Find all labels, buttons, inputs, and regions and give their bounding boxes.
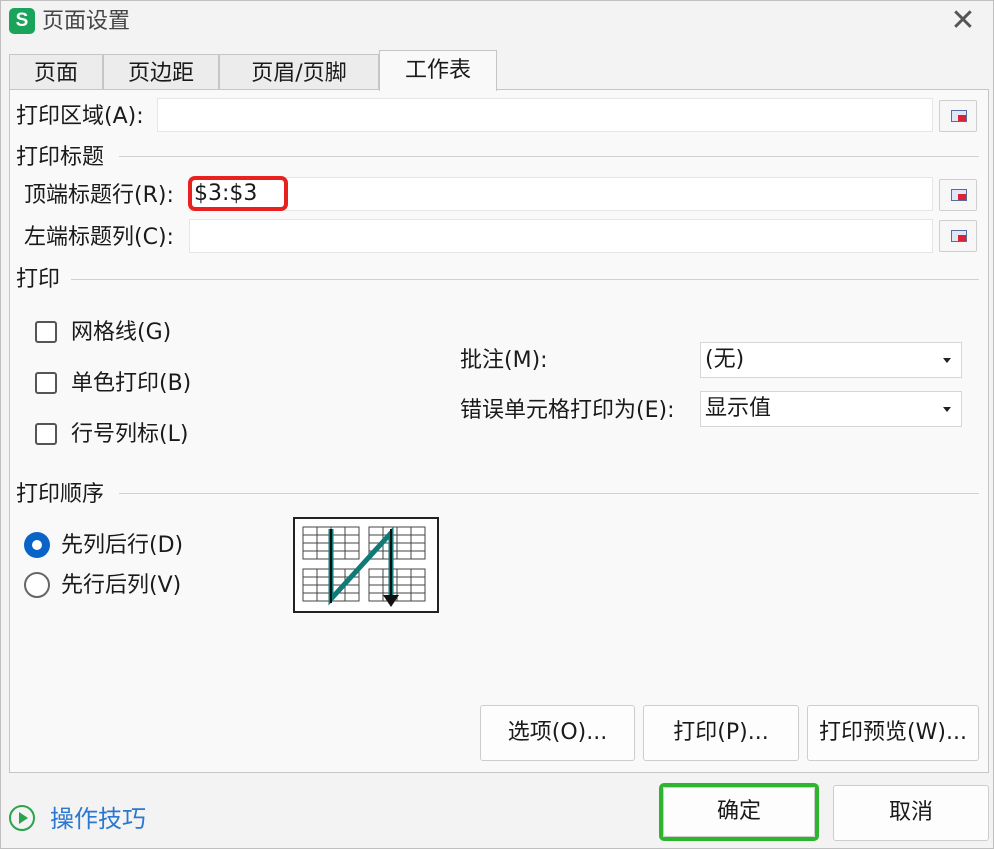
print-button[interactable]: 打印(P)... — [643, 705, 799, 761]
cancel-button[interactable]: 取消 — [833, 785, 989, 841]
top-rows-highlight — [188, 176, 288, 211]
dropdown-arrow-icon — [943, 358, 951, 363]
play-icon — [9, 805, 35, 831]
title-bar: S 页面设置 ✕ — [1, 1, 993, 45]
top-rows-input[interactable]: $3:$3 — [189, 177, 933, 211]
mono-print-label: 单色打印(B) — [71, 371, 192, 396]
tab-margins[interactable]: 页边距 — [103, 54, 219, 90]
print-order-preview-image — [293, 517, 439, 613]
gridlines-checkbox[interactable] — [35, 321, 57, 343]
print-order-diagram-icon — [302, 526, 426, 607]
row-col-headings-label: 行号列标(L) — [71, 422, 189, 447]
options-button[interactable]: 选项(O)... — [480, 705, 635, 761]
comments-select-value: (无) — [705, 347, 745, 372]
divider — [71, 279, 979, 280]
close-icon: ✕ — [950, 3, 976, 38]
errors-select[interactable]: 显示值 — [700, 391, 962, 427]
gridlines-label: 网格线(G) — [71, 320, 172, 345]
range-select-icon — [951, 230, 967, 242]
ok-button-highlight — [659, 783, 819, 841]
mono-print-checkbox[interactable] — [35, 372, 57, 394]
range-select-icon — [951, 110, 967, 122]
row-col-headings-checkbox[interactable] — [35, 423, 57, 445]
comments-label: 批注(M): — [460, 348, 548, 373]
over-then-down-radio[interactable] — [24, 572, 50, 598]
close-button[interactable]: ✕ — [943, 5, 983, 39]
divider — [119, 493, 979, 494]
over-then-down-label: 先行后列(V) — [61, 573, 182, 598]
print-order-section-label: 打印顺序 — [16, 482, 105, 507]
tab-page[interactable]: 页面 — [9, 54, 103, 90]
print-area-input[interactable] — [157, 98, 933, 132]
comments-select[interactable]: (无) — [700, 342, 962, 378]
left-cols-select-button[interactable] — [939, 220, 977, 252]
tab-sheet[interactable]: 工作表 — [379, 50, 497, 91]
tab-header-footer[interactable]: 页眉/页脚 — [219, 54, 379, 90]
down-then-over-radio[interactable] — [24, 532, 50, 558]
page-setup-dialog: S 页面设置 ✕ 页面 页边距 页眉/页脚 工作表 打印区域(A): 打印标题 … — [0, 0, 994, 849]
app-icon: S — [9, 8, 35, 34]
print-section-label: 打印 — [16, 267, 61, 292]
range-select-icon — [951, 189, 967, 201]
print-area-label: 打印区域(A): — [16, 104, 144, 129]
top-rows-select-button[interactable] — [939, 179, 977, 211]
print-preview-button[interactable]: 打印预览(W)... — [807, 705, 979, 761]
errors-label: 错误单元格打印为(E): — [460, 398, 675, 423]
dropdown-arrow-icon — [943, 407, 951, 412]
print-area-select-button[interactable] — [939, 100, 977, 132]
errors-select-value: 显示值 — [705, 396, 772, 421]
dialog-title: 页面设置 — [42, 9, 131, 34]
left-cols-input[interactable] — [189, 219, 933, 253]
print-titles-section-label: 打印标题 — [16, 145, 105, 170]
down-then-over-label: 先列后行(D) — [61, 533, 184, 558]
tips-label: 操作技巧 — [50, 805, 146, 833]
top-rows-label: 顶端标题行(R): — [24, 183, 174, 208]
divider — [119, 156, 979, 157]
left-cols-label: 左端标题列(C): — [24, 225, 174, 250]
